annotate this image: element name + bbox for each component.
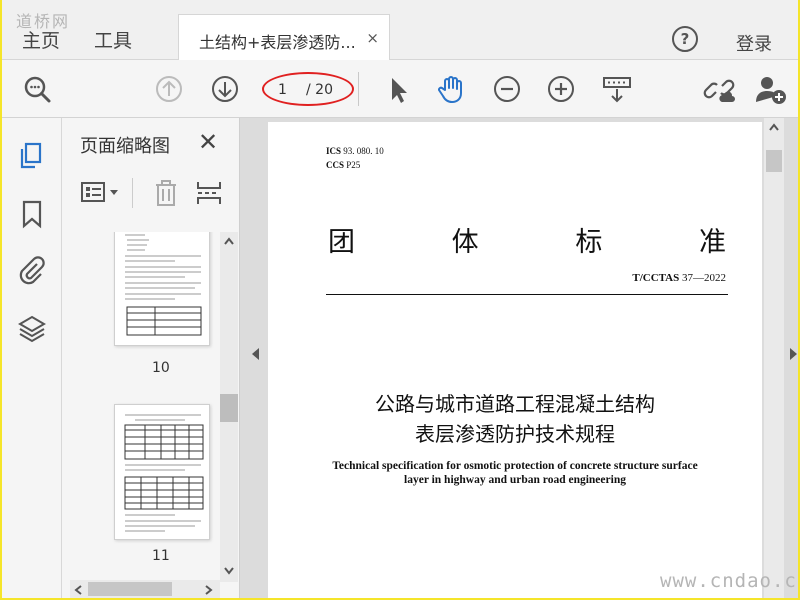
thumbnail-page-number: 11 bbox=[152, 548, 170, 564]
expand-right-panel-icon[interactable] bbox=[790, 348, 797, 360]
login-button[interactable]: 登录 bbox=[736, 30, 772, 56]
thumbnail-vertical-scrollbar[interactable] bbox=[220, 232, 238, 582]
standard-type-char: 团 bbox=[328, 227, 355, 258]
thumbnail-horizontal-scrollbar[interactable] bbox=[70, 580, 220, 598]
scroll-right-icon[interactable] bbox=[204, 584, 214, 596]
standard-type-char: 标 bbox=[575, 227, 603, 258]
thumbnail-list: 10 11 bbox=[70, 232, 220, 582]
thumbnail-preview bbox=[125, 234, 202, 336]
page-navigator: 1 / 20 bbox=[262, 72, 354, 106]
scroll-up-icon[interactable] bbox=[223, 236, 235, 246]
thumbnail-panel: 页面缩略图 ✕ 10 11 bbox=[62, 118, 240, 598]
document-viewer: ICS 93. 080. 10 CCS P25 团 体 标 准 T/CCTAS … bbox=[240, 118, 798, 598]
extract-pages-icon[interactable] bbox=[194, 178, 224, 208]
scroll-up-icon[interactable] bbox=[768, 122, 780, 132]
layers-icon[interactable] bbox=[16, 312, 48, 344]
scrollbar-thumb[interactable] bbox=[220, 394, 238, 422]
page-number-input[interactable]: 1 bbox=[278, 82, 287, 98]
select-tool-icon[interactable] bbox=[382, 72, 416, 106]
app-window: 道桥网 主页 工具 土结构+表层渗透防... × ? 登录 1 / 20 页面缩… bbox=[0, 0, 800, 600]
zoom-out-icon[interactable] bbox=[490, 72, 524, 106]
thumbnail-preview bbox=[124, 414, 204, 532]
help-icon[interactable]: ? bbox=[672, 26, 698, 52]
trash-icon[interactable] bbox=[152, 178, 180, 208]
share-link-icon[interactable] bbox=[702, 72, 736, 106]
watermark-url: www.cndao.com bbox=[660, 570, 798, 592]
page-total: / 20 bbox=[306, 82, 333, 98]
bookmark-icon[interactable] bbox=[16, 198, 48, 230]
scroll-mode-icon[interactable] bbox=[600, 72, 634, 106]
previous-page-icon[interactable] bbox=[152, 72, 186, 106]
thumbnail-options-icon[interactable] bbox=[80, 180, 124, 208]
navigation-pane-strip bbox=[2, 118, 62, 598]
close-tab-icon[interactable]: × bbox=[366, 29, 379, 47]
thumbnail-page-number: 10 bbox=[152, 360, 170, 376]
scroll-down-icon[interactable] bbox=[223, 566, 235, 576]
scrollbar-thumb[interactable] bbox=[88, 582, 172, 596]
ccs-label: CCS bbox=[326, 160, 345, 170]
scroll-left-icon[interactable] bbox=[73, 584, 83, 596]
standard-number: T/CCTAS 37—2022 bbox=[632, 272, 726, 284]
standard-type: 团 体 标 准 bbox=[328, 220, 726, 259]
tab-home[interactable]: 主页 bbox=[22, 26, 60, 53]
next-page-icon[interactable] bbox=[208, 72, 242, 106]
tab-document[interactable]: 土结构+表层渗透防... × bbox=[178, 14, 390, 60]
toolbar-divider bbox=[358, 72, 359, 106]
title-chinese-line-1: 公路与城市道路工程混凝土结构 bbox=[375, 392, 655, 416]
tab-tools[interactable]: 工具 bbox=[94, 26, 132, 53]
tab-bar: 道桥网 主页 工具 土结构+表层渗透防... × ? 登录 bbox=[2, 0, 798, 60]
title-english-line-2: layer in highway and urban road engineer… bbox=[404, 474, 626, 486]
standard-prefix: T/CCTAS bbox=[632, 272, 680, 284]
title-english-line-1: Technical specification for osmotic prot… bbox=[332, 460, 698, 472]
page-thumbnails-icon[interactable] bbox=[16, 140, 48, 172]
add-user-icon[interactable] bbox=[754, 72, 788, 106]
panel-divider bbox=[132, 178, 133, 208]
attachment-icon[interactable] bbox=[16, 254, 48, 286]
panel-toolbar bbox=[76, 176, 236, 212]
collapse-panel-icon[interactable] bbox=[252, 348, 259, 360]
hand-tool-icon[interactable] bbox=[434, 72, 468, 106]
document-tab-label: 土结构+表层渗透防... bbox=[199, 33, 356, 52]
document-vertical-scrollbar[interactable] bbox=[764, 118, 784, 598]
panel-title: 页面缩略图 bbox=[80, 136, 170, 157]
ccs-value: P25 bbox=[346, 160, 361, 170]
ccs-code: CCS P25 bbox=[326, 160, 360, 170]
scrollbar-thumb[interactable] bbox=[766, 150, 782, 172]
zoom-in-icon[interactable] bbox=[544, 72, 578, 106]
ics-code: ICS 93. 080. 10 bbox=[326, 146, 384, 156]
standard-number-value: 37—2022 bbox=[682, 272, 726, 284]
title-chinese-line-2: 表层渗透防护技术规程 bbox=[415, 422, 615, 446]
ics-label: ICS bbox=[326, 146, 342, 156]
standard-type-char: 体 bbox=[451, 227, 479, 258]
close-panel-icon[interactable]: ✕ bbox=[198, 128, 218, 156]
thumbnail-page[interactable] bbox=[114, 232, 210, 346]
search-icon[interactable] bbox=[20, 72, 54, 106]
header-rule bbox=[326, 294, 728, 295]
document-page: ICS 93. 080. 10 CCS P25 团 体 标 准 T/CCTAS … bbox=[268, 122, 762, 598]
toolbar: 1 / 20 bbox=[2, 60, 798, 118]
standard-type-char: 准 bbox=[698, 227, 726, 258]
ics-value: 93. 080. 10 bbox=[343, 146, 384, 156]
thumbnail-page[interactable] bbox=[114, 404, 210, 540]
